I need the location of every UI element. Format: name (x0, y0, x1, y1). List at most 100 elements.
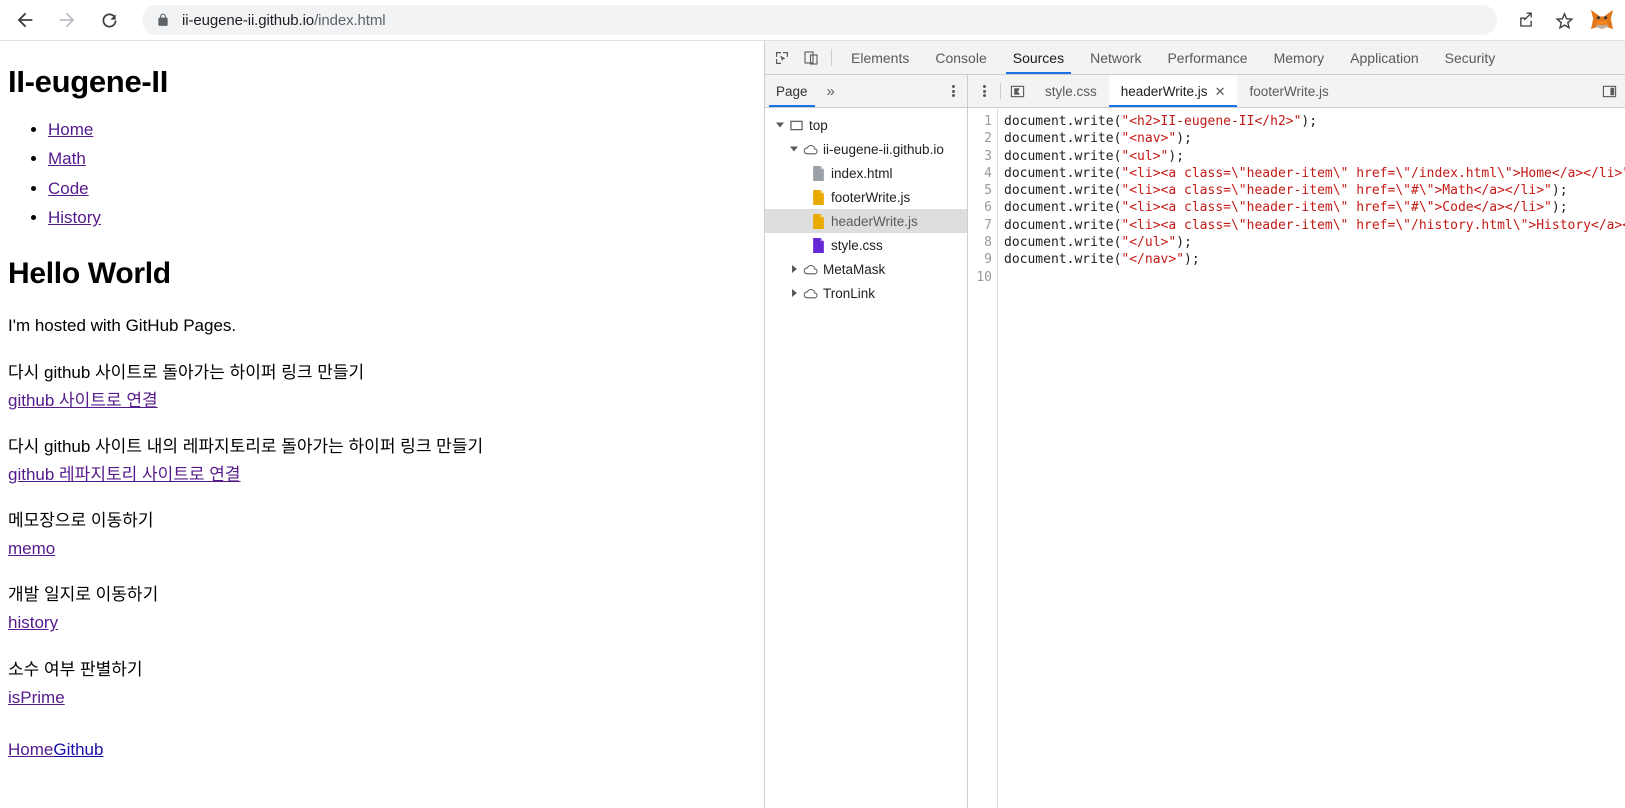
code-line: document.write("<li><a class=\"header-it… (1004, 165, 1625, 182)
list-item: History (48, 205, 756, 231)
footer-link-home[interactable]: Home (8, 740, 53, 759)
section-1-link[interactable]: github 사이트로 연결 (8, 389, 756, 413)
toolbar-divider (831, 49, 832, 66)
section-4-text: 개발 일지로 이동하기 (8, 585, 159, 605)
navigator-pane: Page » top ii-eugene-ii.github.io index.… (765, 75, 968, 808)
navigator-tabbar-spacer (843, 75, 941, 107)
frame-icon (787, 119, 805, 132)
tree-row[interactable]: headerWrite.js (765, 209, 967, 233)
devtools-panel: Elements Console Sources Network Perform… (764, 41, 1625, 808)
forward-button[interactable] (50, 3, 84, 37)
section-4-link[interactable]: history (8, 611, 756, 635)
editor-tab-label: headerWrite.js (1120, 83, 1208, 99)
line-number: 6 (984, 200, 992, 216)
cloud-icon (801, 263, 819, 276)
tree-row[interactable]: style.css (765, 233, 967, 257)
tree-label: top (809, 117, 828, 133)
nav-link-math[interactable]: Math (48, 149, 86, 168)
tree-label: style.css (831, 237, 883, 253)
line-number-gutter: 1 2 3 4 5 6 7 8 9 10 (968, 108, 998, 808)
tab-elements[interactable]: Elements (838, 41, 922, 74)
address-bar[interactable]: ii-eugene-ii.github.io/index.html (142, 5, 1497, 35)
line-number: 8 (984, 235, 992, 251)
code-token-plain: document.write( (1004, 114, 1122, 129)
file-tree: top ii-eugene-ii.github.io index.html fo… (765, 108, 967, 808)
section-3: 메모장으로 이동하기 memo (8, 509, 756, 561)
page-viewport: II-eugene-II Home Math Code History Hell… (0, 41, 764, 808)
reload-button[interactable] (92, 3, 126, 37)
tab-console[interactable]: Console (922, 41, 999, 74)
section-2-link[interactable]: github 레파지토리 사이트로 연결 (8, 463, 756, 487)
code-token-string: "<li><a class=\"header-item\" href=\"#\"… (1121, 183, 1552, 199)
code-token-string: "<nav>" (1121, 131, 1177, 147)
editor-tab-label: footerWrite.js (1249, 83, 1329, 99)
code-token-string: "<li><a class=\"header-item\" href=\"/in… (1121, 165, 1625, 181)
line-number: 7 (984, 217, 992, 233)
nav-link-history[interactable]: History (48, 208, 101, 227)
tree-label: headerWrite.js (831, 213, 918, 229)
editor-tab-style-css[interactable]: style.css (1033, 75, 1109, 107)
tree-row[interactable]: MetaMask (765, 257, 967, 281)
star-icon[interactable] (1548, 4, 1580, 36)
device-toolbar-icon[interactable] (796, 41, 825, 74)
chevron-right-icon[interactable] (787, 265, 801, 273)
nav-link-code[interactable]: Code (48, 179, 89, 198)
tree-row[interactable]: footerWrite.js (765, 185, 967, 209)
code-token-plain: document.write( (1004, 252, 1122, 268)
share-icon[interactable] (1510, 4, 1542, 36)
code-token-plain: document.write( (1004, 131, 1122, 147)
tab-application[interactable]: Application (1337, 41, 1432, 74)
code-token-string: "<h2>II-eugene-II</h2>" (1121, 114, 1302, 129)
navigator-tab-page[interactable]: Page (765, 75, 819, 107)
tree-row[interactable]: top (765, 113, 967, 137)
tab-sources[interactable]: Sources (1000, 41, 1077, 74)
devtools-tabs: Elements Console Sources Network Perform… (838, 41, 1508, 74)
chevron-right-icon[interactable] (787, 289, 801, 297)
page-title: II-eugene-II (8, 64, 169, 99)
editor-tab-headerwrite-js[interactable]: headerWrite.js ✕ (1108, 75, 1238, 107)
document-gray-icon (809, 165, 827, 181)
editor-tab-footerwrite-js[interactable]: footerWrite.js (1237, 75, 1340, 107)
kebab-menu-icon[interactable] (941, 75, 965, 107)
section-5-link[interactable]: isPrime (8, 686, 756, 710)
section-3-link[interactable]: memo (8, 537, 756, 561)
code-editor[interactable]: 1 2 3 4 5 6 7 8 9 10 document.write("<h2… (968, 108, 1625, 808)
kebab-menu-icon[interactable] (968, 75, 1000, 107)
tab-performance[interactable]: Performance (1154, 41, 1260, 74)
tree-row[interactable]: index.html (765, 161, 967, 185)
chevron-down-icon[interactable] (773, 121, 787, 129)
tree-label: index.html (831, 165, 893, 181)
code-token-punct: ); (1551, 183, 1568, 199)
code-token-string: "</nav>" (1121, 252, 1185, 268)
tab-security[interactable]: Security (1432, 41, 1509, 74)
line-number: 5 (984, 183, 992, 199)
code-token-punct: ); (1176, 131, 1192, 147)
show-navigator-icon[interactable] (1001, 75, 1033, 107)
inspect-element-icon[interactable] (767, 41, 796, 74)
tab-memory[interactable]: Memory (1261, 41, 1338, 74)
tree-label: footerWrite.js (831, 189, 911, 205)
back-button[interactable] (8, 3, 42, 37)
nav-link-home[interactable]: Home (48, 120, 93, 139)
footer-link-github[interactable]: Github (53, 740, 103, 759)
tree-row[interactable]: ii-eugene-ii.github.io (765, 137, 967, 161)
section-2-text: 다시 github 사이트 내의 레파지토리로 돌아가는 하이퍼 링크 만들기 (8, 436, 484, 456)
browser-window: ii-eugene-ii.github.io/index.html II-eug… (0, 0, 1625, 808)
editor-pane: style.css headerWrite.js ✕ footerWrite.j… (968, 75, 1625, 808)
code-token-string: "<ul>" (1121, 148, 1169, 164)
tab-network[interactable]: Network (1077, 41, 1154, 74)
code-token-punct: ); (1184, 252, 1200, 268)
chevron-double-right-icon[interactable]: » (819, 75, 843, 107)
panel-right-icon[interactable] (1593, 75, 1625, 107)
url-domain: ii-eugene-ii.github.io (182, 11, 315, 29)
tree-row[interactable]: TronLink (765, 281, 967, 305)
code-token-plain: document.write( (1004, 183, 1122, 199)
code-token-plain: document.write( (1004, 200, 1122, 216)
editor-tab-label: style.css (1045, 83, 1097, 99)
code-line: document.write("<h2>II-eugene-II</h2>"); (1004, 113, 1625, 130)
metamask-fox-icon[interactable] (1589, 7, 1615, 33)
close-icon[interactable]: ✕ (1215, 85, 1226, 98)
lock-icon (156, 12, 170, 28)
chevron-down-icon[interactable] (787, 145, 801, 153)
